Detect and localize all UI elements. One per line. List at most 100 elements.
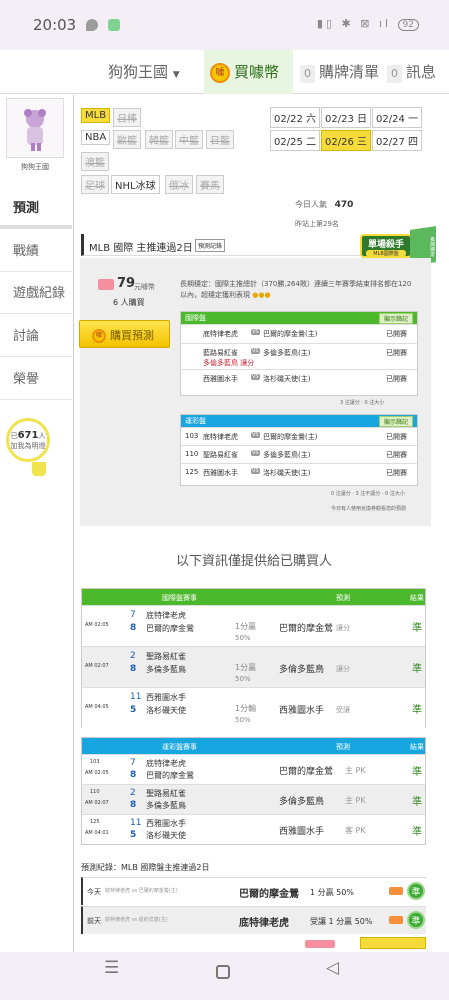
sidebar-item-discuss[interactable]: 討論 [0,313,72,357]
price-unit: 元噱幣 [134,283,155,291]
score-away: 2 [130,788,136,798]
coin-tag-icon [305,940,335,948]
prediction-title: MLB 國際 主推連過2日 [89,243,193,254]
brand-dropdown[interactable]: 狗狗王國 ▼ [108,50,180,94]
league-tab[interactable]: 賽馬 [196,175,224,194]
buyers-notice: 以下資訊僅提供給已購買人 [176,554,333,569]
back-icon[interactable]: ◁ [326,958,339,978]
buy-prediction-button-2[interactable] [360,937,426,949]
purchases-link[interactable]: 0 購牌清單 [300,50,379,94]
score-away: 7 [130,758,136,768]
line-result: 1分贏 [235,663,257,672]
tw-results-table: 運彩盤賽事 預測 結果 103 AM 02:05 7 8 底特律老虎 巴爾的摩金鶯 巴爾的摩… [81,737,426,845]
purchases-label: 購牌清單 [319,63,380,81]
tw-panel-title: 運彩盤 [185,417,206,425]
date-tab[interactable]: 02/22 六 [270,107,320,128]
team-home: 多倫多藍鳥 [146,801,186,810]
league-tab[interactable]: MLB [81,108,111,123]
vs-icon: VS [251,432,260,438]
tw-results-header: 運彩盤賽事 預測 結果 [82,738,425,754]
league-tab[interactable]: 日籃 [206,130,234,149]
league-tab[interactable]: NHL冰球 [111,175,160,194]
filter-button[interactable]: 顯示篩記 [378,416,413,427]
status-bar: 20:03 ▮▯ ✱ ⊠ ıl 92 [0,0,449,50]
line-result: 1分輸 [235,704,257,713]
bulb-follow-button[interactable]: 已671人 加我為明燈 [6,418,50,462]
rank-text: 昨站上第29名 [295,220,339,228]
game-status: 已開賽 [386,375,407,383]
league-tab[interactable]: 足球 [81,175,109,194]
game-status: 已開賽 [386,451,407,459]
game-time: AM 04:05 [85,704,109,710]
score-home: 8 [130,664,137,674]
league-tab[interactable]: 俄冰 [165,175,193,194]
today-label: 今日人氣 [295,200,327,209]
team-home: 巴爾的摩金鶯(主) [263,433,318,441]
buy-coins-button[interactable]: 噱買噱幣 [204,50,293,94]
score-home: 8 [130,800,137,810]
buy-prediction-button[interactable]: 噱購買預測 [79,320,170,348]
team-away: 聖路易紅雀 [146,789,186,798]
tw-game-row: 125 西雅圖水手 VS 洛杉磯天使(主) 已開賽 [181,463,417,481]
record-day: 今天 [87,888,101,896]
buy-coins-label: 買噱幣 [234,63,280,81]
team-home: 多倫多藍鳥(主) [263,349,311,357]
vs-icon: VS [251,450,260,456]
bulb-unit: 人 [38,432,46,440]
price-value: 79 [117,276,136,291]
score-away: 2 [130,651,136,661]
vs-icon: VS [251,468,260,474]
tw-panel: 運彩盤 顯示篩記 103 底特律老虎 VS 巴爾的摩金鶯(主) 已開賽 110 聖路易紅雀 VS… [180,414,418,486]
record-pick: 底特律老虎 [239,918,289,929]
avatar[interactable] [6,98,64,158]
menu-icon[interactable]: ☰ [104,958,119,978]
coin-icon: 噱 [210,62,230,83]
league-tab[interactable]: 中籃 [175,130,203,149]
home-icon[interactable] [216,965,230,979]
badge-icon [389,887,403,895]
team-away: 底特律老虎 [146,611,186,620]
score-away: 11 [130,692,142,702]
intl-panel: 國際盤 顯示篩記 底特律老虎 VS 巴爾的摩金鶯(主) 已開賽 藍路易紅雀 VS 多倫多藍鳥(… [180,311,418,396]
battery-icon: 92 [397,19,419,31]
pick-team: 多倫多藍鳥 [279,797,325,807]
sidebar-item-predict[interactable]: 預測 [0,185,72,229]
date-tab[interactable]: 02/24 一 [372,107,422,128]
badge-title: 單場殺手 [367,240,404,250]
date-tab[interactable]: 02/23 日 [321,107,371,128]
app-icon [108,19,120,31]
result-row: AM 02:07 2 8 聖路易紅雀 多倫多藍鳥 1分贏 50% 多倫多藍鳥 讓分 準 [82,646,425,687]
league-tab[interactable]: NBA [81,130,111,145]
league-tab[interactable]: 歐籃 [113,130,141,149]
chat-icon [86,19,98,31]
intl-game-row: 藍路易紅雀 VS 多倫多藍鳥(主) 已開賽 多倫多藍鳥 讓分 [181,343,417,369]
date-tab[interactable]: 02/27 四 [372,130,422,151]
sidebar-item-games[interactable]: 遊戲紀錄 [0,270,72,314]
record-line: 受讓 1 分贏 50% [310,917,373,926]
result-mark: 準 [412,797,422,808]
result-mark: 準 [412,827,422,838]
team-away: 聖路易紅雀 [203,451,238,459]
col-match: 運彩盤賽事 [162,743,197,751]
team-away: 西雅圖水手 [146,819,186,828]
result-row: AM 02:05 7 8 底特律老虎 巴爾的摩金鶯 1分贏 50% 巴爾的摩金鶯 讓分準 [82,605,425,646]
killer-badge: 單場殺手 MLB國際盤 [360,234,412,258]
date-tab[interactable]: 02/25 二 [270,130,320,151]
intl-game-row: 西雅圖水手 VS 洛杉磯天使(主) 已開賽 [181,369,417,388]
filter-button[interactable]: 顯示篩記 [378,313,413,324]
game-status: 已開賽 [386,349,407,357]
team-away: 西雅圖水手 [146,693,186,702]
team-home: 洛杉磯天使(主) [263,375,311,383]
history-button[interactable]: 預測記錄 [195,239,226,252]
record-day: 前天 [87,917,101,925]
league-tab[interactable]: 韓籃 [145,130,173,149]
dog-avatar-icon [24,109,46,151]
sidebar-item-record[interactable]: 戰績 [0,228,72,272]
date-tab[interactable]: 02/26 三 [321,130,371,151]
league-tab[interactable]: 澳籃 [81,152,109,171]
col-match: 國際盤賽事 [162,594,197,602]
record-row: 前天 底特律老虎 vs 紐約洋基(主) 底特律老虎 受讓 1 分贏 50% 準 [81,906,426,934]
sidebar-item-honor[interactable]: 榮譽 [0,356,72,400]
league-tab[interactable]: 日棒 [113,108,141,127]
messages-link[interactable]: 0 訊息 [387,50,436,94]
